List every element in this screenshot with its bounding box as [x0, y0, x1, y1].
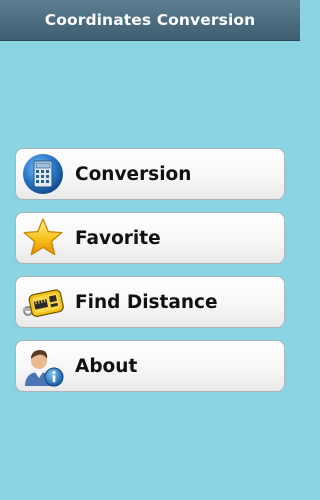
find-distance-label: Find Distance [75, 291, 218, 313]
about-button[interactable]: About [15, 340, 285, 392]
favorite-label: Favorite [75, 227, 161, 249]
star-icon [19, 215, 67, 261]
favorite-button[interactable]: Favorite [15, 212, 285, 264]
about-label: About [75, 355, 138, 377]
title-bar: Coordinates Conversion [0, 0, 300, 41]
find-distance-button[interactable]: Find Distance [15, 276, 285, 328]
conversion-label: Conversion [75, 163, 192, 185]
main-menu: Conversion Favorite Find Distance About [15, 148, 285, 404]
calculator-icon [19, 151, 67, 197]
tape-measure-icon [19, 279, 67, 325]
user-info-icon [19, 343, 67, 389]
conversion-button[interactable]: Conversion [15, 148, 285, 200]
app-title: Coordinates Conversion [44, 11, 256, 29]
